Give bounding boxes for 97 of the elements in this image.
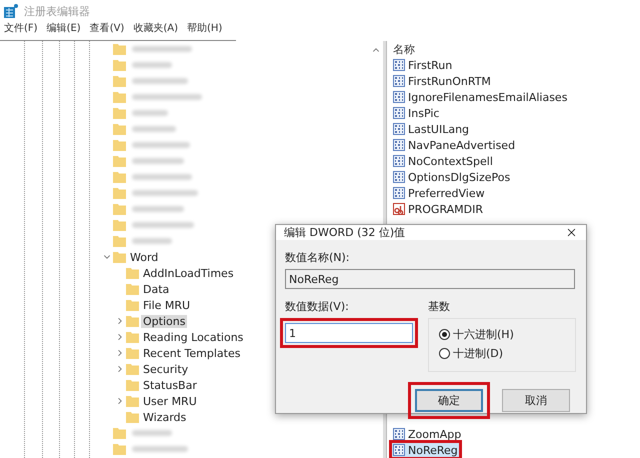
radio-option[interactable]: 十进制(D): [439, 346, 565, 361]
tree-item[interactable]: Recent Templates: [141, 346, 242, 360]
folder-icon: [113, 171, 126, 183]
blurred-label: [132, 222, 194, 228]
folder-icon: [113, 107, 126, 119]
value-row[interactable]: NoContextSpell: [391, 153, 495, 169]
tree-item[interactable]: File MRU: [141, 298, 192, 312]
blurred-label: [132, 446, 188, 452]
folder-icon: [126, 299, 139, 311]
menu-item[interactable]: 文件(F): [4, 22, 38, 36]
blurred-label: [132, 78, 188, 84]
binary-value-icon: [393, 59, 405, 71]
menu-item[interactable]: 帮助(H): [187, 22, 222, 36]
tree-item[interactable]: Options: [141, 314, 188, 328]
tree-item[interactable]: Data: [141, 282, 172, 296]
tree-item[interactable]: User MRU: [141, 394, 199, 408]
folder-icon: [113, 123, 126, 135]
folder-icon: [113, 155, 126, 167]
value-row[interactable]: InsPic: [391, 105, 442, 121]
menu-item[interactable]: 编辑(E): [46, 22, 81, 36]
folder-icon: [126, 379, 139, 391]
window-title: 注册表编辑器: [24, 4, 90, 18]
binary-value-icon: [393, 444, 405, 456]
blurred-label: [132, 158, 184, 164]
folder-icon: [113, 139, 126, 151]
binary-value-icon: [393, 123, 405, 135]
group-label: 基数: [428, 299, 451, 314]
dialog-title: 编辑 DWORD (32 位)值: [284, 225, 406, 240]
value-name-field[interactable]: NoReReg: [285, 269, 575, 289]
value-row[interactable]: LastUILang: [391, 121, 472, 137]
menu-item[interactable]: 查看(V): [90, 22, 124, 36]
folder-icon: [126, 267, 139, 279]
radio-option[interactable]: 十六进制(H): [439, 327, 565, 342]
binary-value-icon: [393, 428, 405, 440]
value-row[interactable]: FirstRun: [391, 57, 454, 73]
blurred-label: [132, 190, 198, 196]
blurred-label: [132, 430, 172, 436]
radio-icon[interactable]: [439, 329, 450, 340]
blurred-label: [132, 62, 172, 68]
folder-icon: [113, 59, 126, 71]
folder-icon: [113, 219, 126, 231]
binary-value-icon: [393, 187, 405, 199]
folder-icon: [113, 91, 126, 103]
close-icon[interactable]: [565, 226, 578, 239]
folder-icon: [113, 43, 126, 55]
value-row[interactable]: OptionsDlgSizePos: [391, 169, 512, 185]
folder-icon: [113, 203, 126, 215]
binary-value-icon: [393, 155, 405, 167]
folder-icon: [113, 443, 126, 455]
binary-value-icon: [393, 91, 405, 103]
binary-value-icon: [393, 171, 405, 183]
blurred-label: [132, 142, 190, 148]
folder-icon: [126, 331, 139, 343]
folder-icon: [113, 251, 126, 263]
folder-icon: [126, 395, 139, 407]
folder-icon: [126, 347, 139, 359]
value-row[interactable]: NoReReg: [391, 442, 460, 458]
tree-item[interactable]: Word: [128, 250, 160, 264]
column-header[interactable]: 名称: [391, 41, 640, 57]
blurred-label: [132, 174, 192, 180]
folder-icon: [113, 187, 126, 199]
tree-item[interactable]: Wizards: [141, 410, 188, 424]
dialog-button[interactable]: 确定: [415, 389, 483, 412]
menu-item[interactable]: 收藏夹(A): [133, 22, 178, 36]
field-label: 数值名称(N):: [285, 250, 351, 265]
app-icon: [4, 4, 18, 18]
blurred-label: [132, 94, 202, 100]
folder-icon: [113, 75, 126, 87]
blurred-label: [132, 206, 184, 212]
value-row[interactable]: FirstRunOnRTM: [391, 73, 493, 89]
tree-item[interactable]: Reading Locations: [141, 330, 246, 344]
value-row[interactable]: NavPaneAdvertised: [391, 137, 518, 153]
folder-icon: [113, 235, 126, 247]
tree-item[interactable]: Security: [141, 362, 190, 376]
value-row[interactable]: PreferredView: [391, 185, 487, 201]
folder-icon: [113, 427, 126, 439]
binary-value-icon: [393, 75, 405, 87]
folder-icon: [126, 411, 139, 423]
field-label: 数值数据(V):: [285, 299, 350, 314]
dialog-button[interactable]: 取消: [502, 389, 570, 412]
tree-item[interactable]: StatusBar: [141, 378, 199, 392]
folder-icon: [126, 363, 139, 375]
radio-icon[interactable]: [439, 348, 450, 359]
tree-item[interactable]: AddInLoadTimes: [141, 266, 236, 280]
binary-value-icon: [393, 107, 405, 119]
blurred-label: [132, 238, 172, 244]
value-row[interactable]: ZoomApp: [391, 426, 464, 442]
string-value-icon: [393, 203, 405, 215]
value-row[interactable]: IgnoreFilenamesEmailAliases: [391, 89, 570, 105]
value-data-field[interactable]: 1: [285, 323, 413, 343]
blurred-label: [132, 126, 176, 132]
folder-icon: [126, 315, 139, 327]
blurred-label: [132, 110, 168, 116]
blurred-label: [132, 46, 192, 52]
binary-value-icon: [393, 139, 405, 151]
folder-icon: [126, 283, 139, 295]
value-row[interactable]: PROGRAMDIR: [391, 201, 486, 217]
